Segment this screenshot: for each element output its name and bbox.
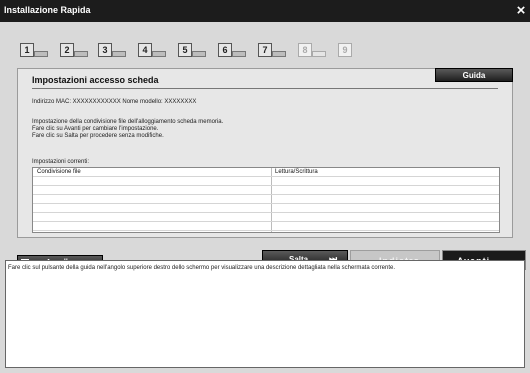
settings-table: Condivisione file Lettura/Scrittura bbox=[32, 167, 500, 233]
table-row bbox=[33, 177, 499, 186]
settings-panel: Impostazioni accesso scheda Indirizzo MA… bbox=[17, 68, 513, 238]
panel-description: Impostazione della condivisione file del… bbox=[32, 119, 224, 139]
current-settings-label: Impostazioni correnti: bbox=[32, 159, 90, 165]
table-row bbox=[33, 213, 499, 222]
table-row bbox=[33, 186, 499, 195]
table-row: Condivisione file Lettura/Scrittura bbox=[33, 168, 499, 177]
help-text: Fare clic sul pulsante della guida nell'… bbox=[8, 265, 396, 271]
help-text-box: Fare clic sul pulsante della guida nell'… bbox=[5, 260, 525, 368]
panel-title: Impostazioni accesso scheda bbox=[32, 75, 159, 85]
window-title: Installazione Rapida bbox=[4, 5, 91, 15]
device-info: Indirizzo MAC: XXXXXXXXXXXX Nome modello… bbox=[32, 99, 197, 105]
help-button[interactable]: Guida bbox=[435, 68, 513, 82]
title-bar: Installazione Rapida × bbox=[0, 0, 530, 22]
close-icon[interactable]: × bbox=[514, 1, 528, 21]
title-divider bbox=[32, 88, 498, 89]
table-row bbox=[33, 222, 499, 231]
table-row bbox=[33, 195, 499, 204]
table-row bbox=[33, 204, 499, 213]
